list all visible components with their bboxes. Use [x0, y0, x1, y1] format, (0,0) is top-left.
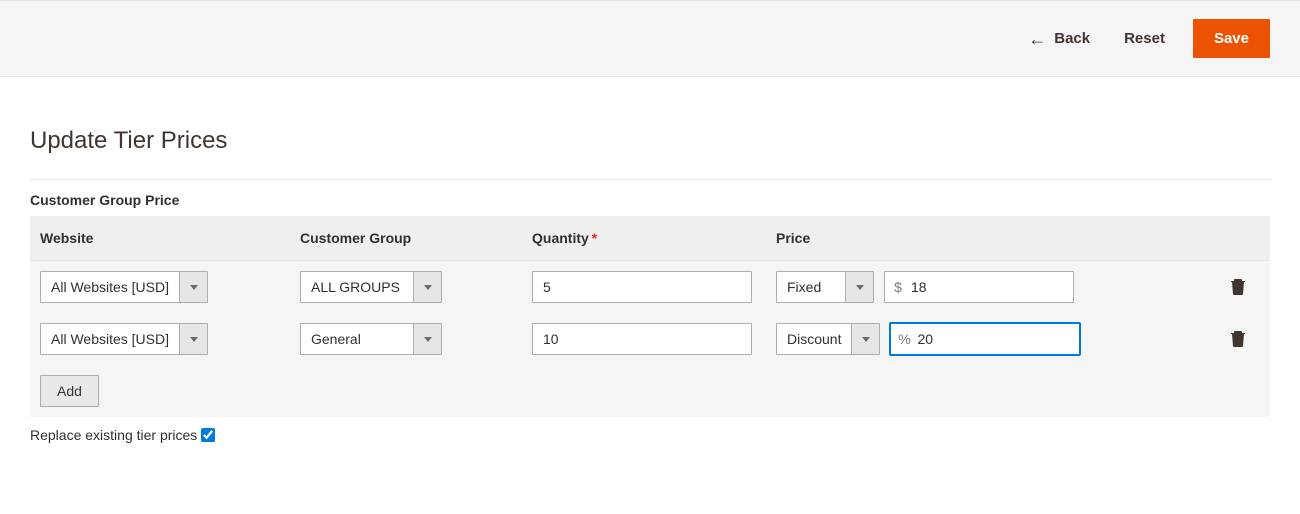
back-button-label: Back	[1054, 30, 1090, 47]
replace-row: Replace existing tier prices	[30, 427, 1270, 443]
price-type-select[interactable]: Discount	[776, 323, 880, 355]
chevron-down-icon	[851, 324, 879, 354]
website-select-value: All Websites [USD]	[41, 324, 179, 354]
price-input-wrap: $	[884, 271, 1074, 303]
col-quantity-header: Quantity*	[522, 216, 766, 261]
divider	[30, 179, 1270, 180]
col-delete-header	[1210, 216, 1270, 261]
add-row: Add	[30, 365, 1270, 417]
add-button[interactable]: Add	[40, 375, 99, 407]
save-button-label: Save	[1214, 30, 1249, 47]
required-star-icon: *	[592, 230, 597, 246]
chevron-down-icon	[413, 272, 441, 302]
price-type-select-value: Discount	[777, 324, 851, 354]
price-input[interactable]	[911, 272, 1073, 302]
reset-button[interactable]: Reset	[1118, 22, 1171, 55]
replace-label: Replace existing tier prices	[30, 427, 197, 443]
customer-group-select-value: General	[301, 324, 413, 354]
trash-icon	[1230, 335, 1246, 350]
website-select[interactable]: All Websites [USD]	[40, 271, 208, 303]
delete-row-button[interactable]	[1226, 325, 1250, 354]
customer-group-select-value: ALL GROUPS	[301, 272, 413, 302]
website-select-value: All Websites [USD]	[41, 272, 179, 302]
customer-group-select[interactable]: ALL GROUPS	[300, 271, 442, 303]
reset-button-label: Reset	[1124, 30, 1165, 47]
replace-checkbox[interactable]	[201, 428, 215, 442]
table-row: All Websites [USD] ALL GROUPS Fixed $	[30, 261, 1270, 314]
section-label: Customer Group Price	[30, 192, 1270, 208]
trash-icon	[1230, 283, 1246, 298]
table-header-row: Website Customer Group Quantity* Price	[30, 216, 1270, 261]
arrow-left-icon: ←	[1028, 30, 1046, 48]
back-button[interactable]: ← Back	[1022, 22, 1096, 56]
price-input[interactable]	[917, 324, 1079, 354]
save-button[interactable]: Save	[1193, 19, 1270, 58]
page-title: Update Tier Prices	[30, 127, 1270, 155]
price-type-select-value: Fixed	[777, 272, 845, 302]
price-input-wrap: %	[890, 323, 1080, 355]
tier-price-table: Website Customer Group Quantity* Price A…	[30, 216, 1270, 417]
delete-row-button[interactable]	[1226, 273, 1250, 302]
col-customer-group-header: Customer Group	[290, 216, 522, 261]
quantity-input[interactable]	[532, 271, 752, 303]
price-prefix: %	[891, 331, 917, 347]
header-actions: ← Back Reset Save	[0, 0, 1300, 77]
col-price-header: Price	[766, 216, 1210, 261]
website-select[interactable]: All Websites [USD]	[40, 323, 208, 355]
col-website-header: Website	[30, 216, 290, 261]
price-prefix: $	[885, 279, 911, 295]
chevron-down-icon	[179, 324, 207, 354]
customer-group-select[interactable]: General	[300, 323, 442, 355]
table-row: All Websites [USD] General Discount%	[30, 313, 1270, 365]
chevron-down-icon	[845, 272, 873, 302]
quantity-input[interactable]	[532, 323, 752, 355]
price-type-select[interactable]: Fixed	[776, 271, 874, 303]
chevron-down-icon	[179, 272, 207, 302]
chevron-down-icon	[413, 324, 441, 354]
